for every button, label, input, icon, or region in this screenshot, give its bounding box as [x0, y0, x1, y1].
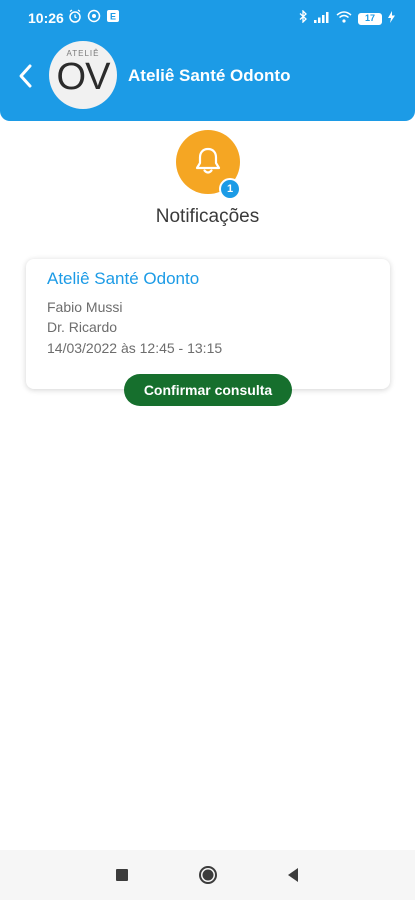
status-right-icons: 17 — [299, 9, 395, 28]
app-header: 10:26 E 17 ATELIÊ OV Ateliê Santé Odonto — [0, 0, 415, 121]
confirm-appointment-button[interactable]: Confirmar consulta — [124, 374, 292, 406]
bluetooth-icon — [299, 9, 308, 28]
battery-icon: 17 — [358, 13, 382, 25]
home-icon[interactable] — [198, 865, 218, 885]
charging-icon — [388, 10, 395, 28]
notifications-icon-wrap: 1 — [176, 130, 241, 200]
card-datetime: 14/03/2022 às 12:45 - 13:15 — [47, 340, 223, 356]
header-title: Ateliê Santé Odonto — [128, 66, 291, 85]
card-doctor-name: Dr. Ricardo — [47, 319, 118, 335]
status-bar: 10:26 E 17 — [0, 0, 415, 34]
svg-text:E: E — [110, 12, 116, 22]
card-clinic-name: Ateliê Santé Odonto — [47, 269, 200, 288]
card-patient-name: Fabio Mussi — [47, 299, 123, 315]
signal-icon — [314, 10, 330, 28]
alarm-icon — [68, 9, 82, 23]
bell-icon — [195, 147, 221, 174]
app-icon: E — [106, 9, 120, 23]
navigation-bar — [0, 850, 415, 900]
recent-apps-icon[interactable] — [116, 869, 128, 881]
notifications-title: Notificações — [155, 206, 260, 227]
whatsapp-icon — [87, 9, 101, 23]
wifi-icon — [336, 10, 352, 28]
clinic-logo: ATELIÊ OV — [49, 41, 117, 109]
logo-big-text: OV — [56, 56, 111, 98]
back-icon[interactable] — [285, 866, 301, 884]
appointment-card: Ateliê Santé Odonto Fabio Mussi Dr. Rica… — [26, 259, 390, 389]
notification-count-badge: 1 — [219, 178, 241, 200]
status-time: 10:26 — [28, 10, 64, 26]
status-left-icons: E — [68, 9, 120, 23]
chevron-left-icon[interactable] — [16, 62, 36, 90]
